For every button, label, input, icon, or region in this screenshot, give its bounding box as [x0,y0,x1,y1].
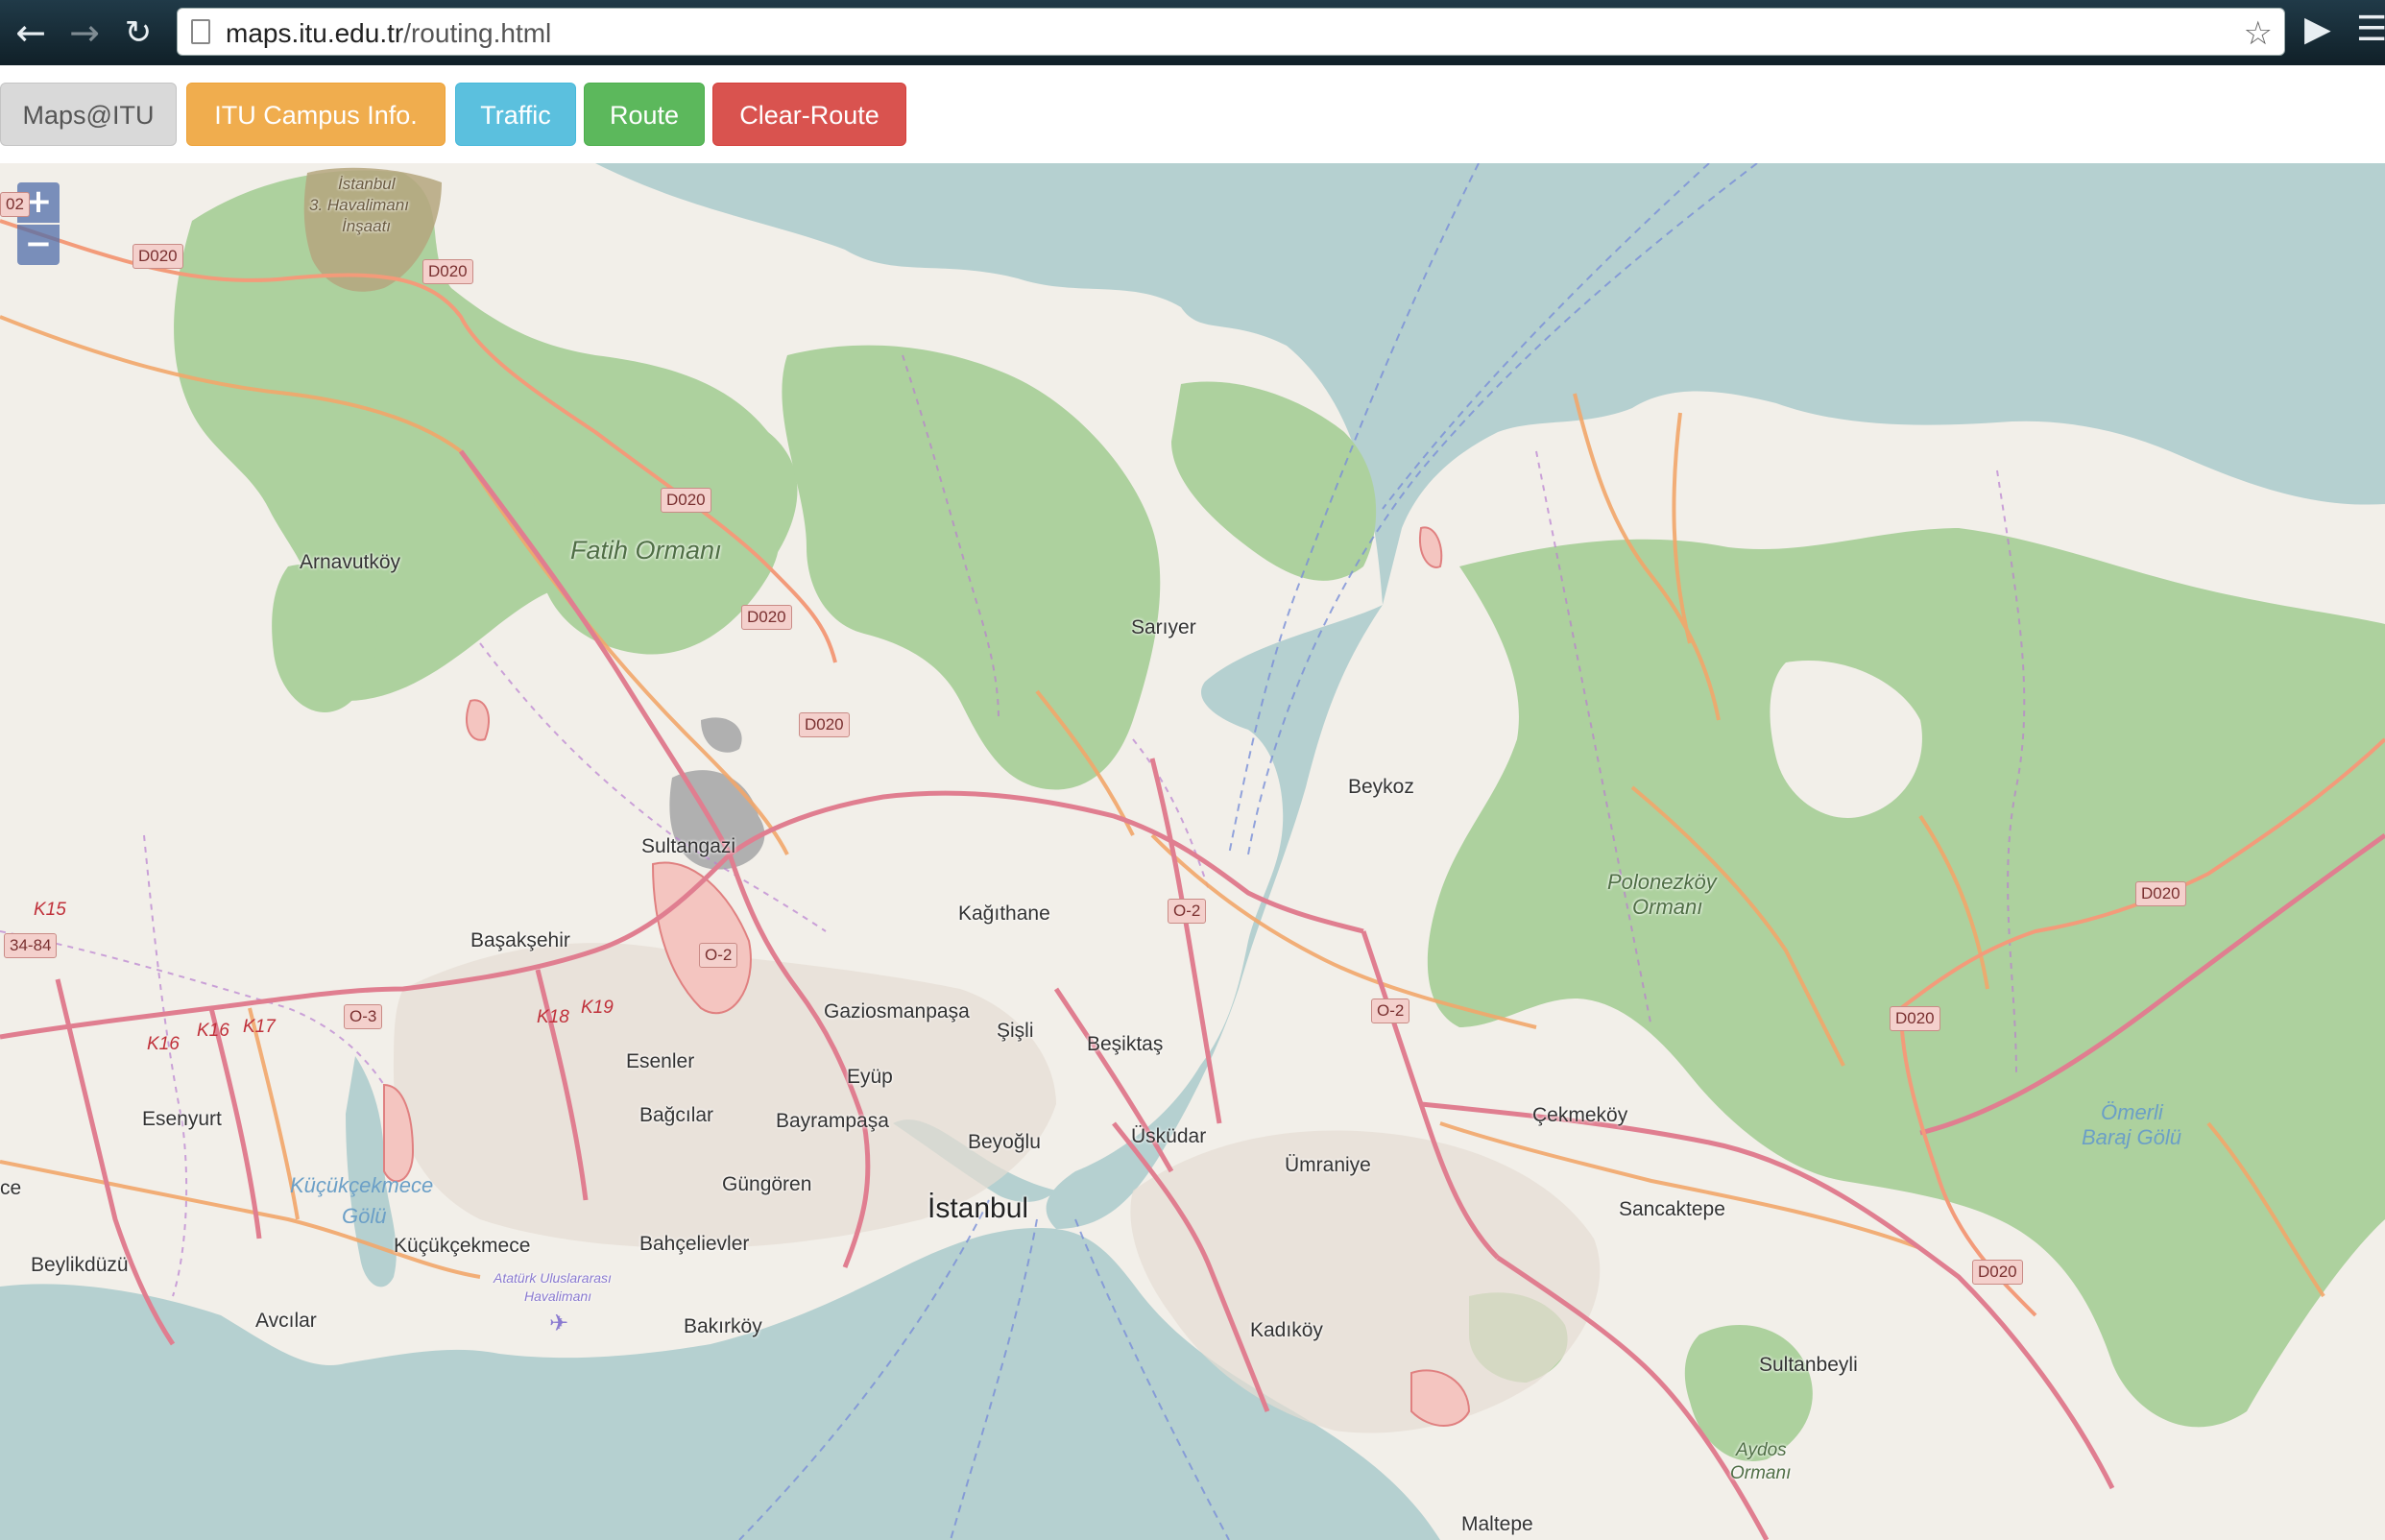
place-label-sisli: Şişli [997,1020,1034,1042]
road-shield-d020: D020 [422,259,473,284]
menu-icon[interactable]: ☰ [2356,10,2385,49]
site-label-airport-3: İnşaatı [342,217,392,235]
place-label-basaksehir: Başakşehir [470,929,570,951]
place-label-istanbul: İstanbul [928,1192,1029,1224]
road-shield-k15: K15 [34,900,66,920]
url-host: maps.itu.edu.tr [226,18,404,48]
water-label-kucukcekmece-2: Gölü [342,1204,387,1228]
extension-icon[interactable]: ▶ [2304,10,2331,49]
place-label-avcilar: Avcılar [255,1310,317,1332]
water-label-kucukcekmece-1: Küçükçekmece [290,1173,434,1197]
road-shield-d020: D020 [741,605,792,630]
restricted-area-4 [1419,526,1443,568]
clear-route-button[interactable]: Clear-Route [712,83,906,146]
place-label-eyup: Eyüp [847,1066,893,1088]
place-label-esenyurt: Esenyurt [142,1108,222,1130]
road-shield-k19: K19 [581,998,614,1018]
back-arrow-icon[interactable]: ← [10,12,52,54]
airport-icon: ✈ [549,1311,569,1336]
road-shield-d020: D020 [661,488,711,513]
page-icon [191,19,210,44]
place-label-besiktas: Beşiktaş [1087,1033,1164,1055]
place-label-esenler: Esenler [626,1050,695,1072]
road-shield-d020: D020 [132,244,183,269]
road-shield-o2: O-2 [1371,999,1410,1023]
traffic-button[interactable]: Traffic [455,83,576,146]
place-label-maltepe: Maltepe [1461,1513,1533,1535]
road-shield-3484: 34-84 [4,933,58,958]
forest-label-aydos-1: Aydos [1736,1440,1787,1460]
place-label-umraniye: Ümraniye [1285,1154,1371,1176]
place-label-ce: ce [0,1177,22,1199]
road-shield-o2: O-2 [699,943,738,968]
map-canvas[interactable]: + − İstanbul 3. Havalimanı İnşaatı Atatü… [0,163,2385,1540]
forward-arrow-icon[interactable]: → [63,12,106,54]
browser-chrome: ← → ↻ maps.itu.edu.tr/routing.html ☆ ▶ ☰ [0,0,2385,65]
place-label-beylikduzu: Beylikdüzü [31,1254,129,1276]
forest-label-fatih: Fatih Ormanı [570,536,722,565]
maps-itu-brand-button[interactable]: Maps@ITU [0,83,177,146]
address-bar[interactable]: maps.itu.edu.tr/routing.html ☆ [177,8,2285,56]
place-label-sultanbeyli: Sultanbeyli [1759,1354,1858,1376]
campus-info-button[interactable]: ITU Campus Info. [186,83,446,146]
restricted-area-5 [466,699,490,741]
place-label-kagithane: Kağıthane [958,902,1050,925]
place-label-gungoren: Güngören [722,1173,812,1195]
road-shield-k17: K17 [243,1017,276,1037]
road-shield-d020: D020 [1890,1006,1940,1031]
forest-label-aydos-2: Ormanı [1730,1463,1792,1483]
road-shield-d020: D020 [1972,1260,2023,1285]
place-label-bakirkoy: Bakırköy [684,1315,762,1337]
zoom-out-button[interactable]: − [17,225,60,265]
url-text: maps.itu.edu.tr/routing.html [226,18,551,49]
star-icon[interactable]: ☆ [2244,14,2273,53]
site-label-airport-2: 3. Havalimanı [309,196,409,214]
map-background [0,163,2385,1540]
forest-label-polonezkoy-2: Ormanı [1632,895,1703,919]
place-label-sancaktepe: Sancaktepe [1619,1198,1725,1220]
place-label-bahcelievler: Bahçelievler [639,1233,750,1255]
place-label-kadikoy: Kadıköy [1250,1319,1323,1341]
site-label-ataturk-2: Havalimanı [524,1288,592,1304]
road-shield-k18: K18 [537,1007,569,1027]
place-label-sultangazi: Sultangazi [641,835,736,857]
road-shield-d02: 02 [0,192,30,217]
route-button[interactable]: Route [584,83,705,146]
road-shield-o3: O-3 [344,1004,383,1029]
app-toolbar: Maps@ITU ITU Campus Info. Traffic Route … [0,65,2385,163]
water-label-omerli-2: Baraj Gölü [2082,1125,2181,1149]
road-shield-d020: D020 [2135,881,2186,906]
place-label-uskudar: Üsküdar [1131,1125,1207,1147]
place-label-gaziosmanpasa: Gaziosmanpaşa [824,1000,970,1023]
road-shield-k16: K16 [197,1021,229,1041]
forest-label-polonezkoy-1: Polonezköy [1607,870,1717,894]
site-label-ataturk-1: Atatürk Uluslararası [494,1270,612,1286]
water-label-omerli-1: Ömerli [2101,1100,2163,1124]
site-label-airport-1: İstanbul [338,175,396,193]
url-path: /routing.html [403,18,552,48]
place-label-beyoglu: Beyoğlu [968,1131,1041,1153]
road-shield-d020: D020 [799,712,850,737]
place-label-kucukcekmece: Küçükçekmece [394,1235,531,1257]
quarry-kemerburgaz [701,717,742,753]
place-label-arnavutkoy: Arnavutköy [300,551,401,573]
place-label-sariyer: Sarıyer [1131,616,1196,638]
place-label-beykoz: Beykoz [1348,776,1414,798]
place-label-bayrampasa: Bayrampaşa [776,1110,889,1132]
place-label-bagcilar: Bağcılar [639,1104,714,1126]
place-label-cekmekoy: Çekmeköy [1532,1104,1628,1126]
road-shield-k16: K16 [147,1034,180,1054]
road-shield-o2: O-2 [1168,899,1207,924]
reload-icon[interactable]: ↻ [117,12,159,54]
